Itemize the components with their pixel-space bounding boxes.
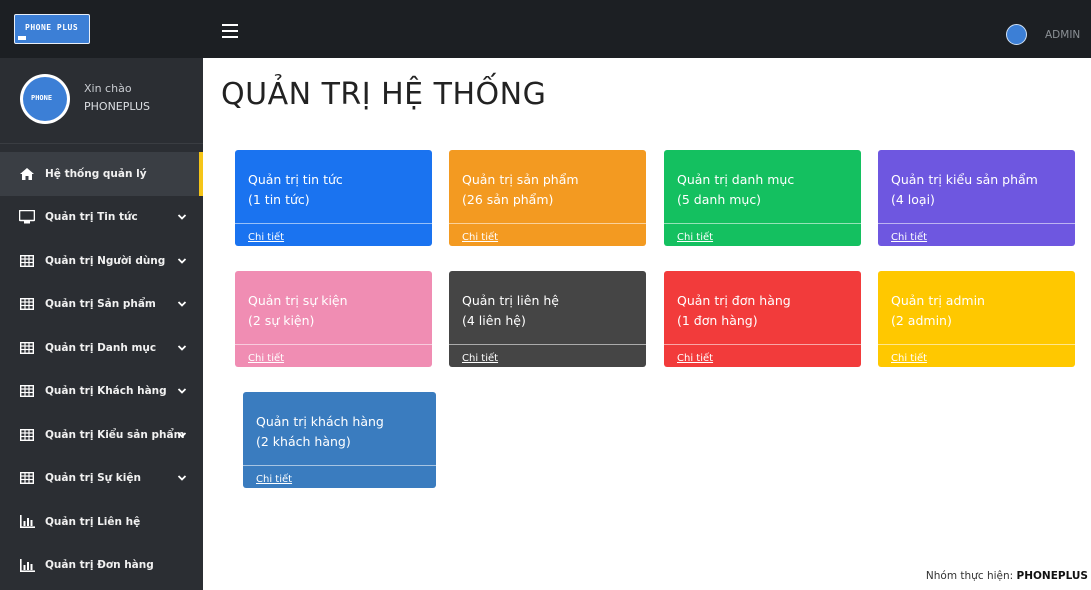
sidebar-item-news[interactable]: Quản trị Tin tức: [0, 196, 203, 240]
card-details-link[interactable]: Chi tiết: [248, 353, 284, 364]
page-title: QUẢN TRỊ HỆ THỐNG: [221, 77, 547, 112]
card-title: Quản trị sự kiện: [248, 293, 348, 308]
monitor-icon: [18, 210, 36, 224]
table-icon: [18, 297, 36, 311]
chevron-down-icon[interactable]: [177, 343, 187, 353]
card-customers: Quản trị khách hàng (2 khách hàng) Chi ti…: [243, 392, 436, 488]
card-count: (2 khách hàng): [256, 434, 351, 449]
card-title: Quản trị khách hàng: [256, 414, 384, 429]
card-details-link[interactable]: Chi tiết: [677, 232, 713, 243]
card-details-link[interactable]: Chi tiết: [891, 232, 927, 243]
sidebar-item-label: Hệ thống quản lý: [45, 167, 147, 180]
sidebar-item-orders[interactable]: Quản trị Đơn hàng: [0, 544, 203, 588]
user-avatar-text: PHONE: [31, 94, 53, 102]
card-count: (1 tin tức): [248, 192, 310, 207]
sidebar-item-product-types[interactable]: Quản trị Kiểu sản phẩm: [0, 413, 203, 457]
card-title: Quản trị liên hệ: [462, 293, 559, 308]
user-avatar: PHONE: [20, 74, 70, 124]
home-icon: [18, 167, 36, 181]
sidebar-item-label: Quản trị Người dùng: [45, 254, 166, 267]
card-details-link[interactable]: Chi tiết: [677, 353, 713, 364]
user-panel: PHONE Xin chào PHONEPLUS: [0, 58, 203, 144]
card-events: Quản trị sự kiện (2 sự kiện) Chi tiết: [235, 271, 432, 367]
sidebar-item-contacts[interactable]: Quản trị Liên hệ: [0, 500, 203, 544]
card-news: Quản trị tin tức (1 tin tức) Chi tiết: [235, 150, 432, 246]
user-name: PHONEPLUS: [84, 100, 150, 113]
card-title: Quản trị đơn hàng: [677, 293, 791, 308]
brand-area: PHONE PLUS: [0, 0, 203, 58]
card-details-link[interactable]: Chi tiết: [256, 474, 292, 485]
sidebar-item-events[interactable]: Quản trị Sự kiện: [0, 457, 203, 501]
card-title: Quản trị danh mục: [677, 172, 795, 187]
card-details-link[interactable]: Chi tiết: [248, 232, 284, 243]
user-greeting: Xin chào: [84, 82, 132, 95]
footer-prefix: Nhóm thực hiện:: [925, 570, 1017, 582]
card-count: (1 đơn hàng): [677, 313, 758, 328]
sidebar-item-users[interactable]: Quản trị Người dùng: [0, 239, 203, 283]
card-admins: Quản trị admin (2 admin) Chi tiết: [878, 271, 1075, 367]
table-icon: [18, 254, 36, 268]
chevron-down-icon[interactable]: [177, 430, 187, 440]
card-title: Quản trị kiểu sản phẩm: [891, 172, 1038, 187]
table-icon: [18, 384, 36, 398]
chevron-down-icon[interactable]: [177, 473, 187, 483]
sidebar: PHONE PLUS PHONE Xin chào PHONEPLUS Hệ t…: [0, 0, 203, 590]
sidebar-menu: Hệ thống quản lý Quản trị Tin tức Quản t…: [0, 152, 203, 587]
card-details-link[interactable]: Chi tiết: [462, 353, 498, 364]
card-details-link[interactable]: Chi tiết: [891, 353, 927, 364]
menu-toggle-icon[interactable]: [222, 24, 238, 38]
footer-team: PHONEPLUS: [1016, 570, 1088, 582]
sidebar-item-label: Quản trị Kiểu sản phẩm: [45, 428, 185, 441]
sidebar-item-label: Quản trị Sự kiện: [45, 472, 141, 485]
brand-logo[interactable]: PHONE PLUS: [14, 14, 90, 44]
table-icon: [18, 428, 36, 442]
card-title: Quản trị sản phẩm: [462, 172, 579, 187]
card-categories: Quản trị danh mục (5 danh mục) Chi tiết: [664, 150, 861, 246]
card-count: (4 loại): [891, 192, 935, 207]
sidebar-item-dashboard[interactable]: Hệ thống quản lý: [0, 152, 203, 196]
sidebar-item-categories[interactable]: Quản trị Danh mục: [0, 326, 203, 370]
card-count: (26 sản phẩm): [462, 192, 554, 207]
chevron-down-icon[interactable]: [177, 212, 187, 222]
card-products: Quản trị sản phẩm (26 sản phẩm) Chi tiết: [449, 150, 646, 246]
card-title: Quản trị tin tức: [248, 172, 343, 187]
card-count: (4 liên hệ): [462, 313, 526, 328]
chevron-down-icon[interactable]: [177, 256, 187, 266]
table-icon: [18, 471, 36, 485]
sidebar-item-label: Quản trị Liên hệ: [45, 515, 141, 528]
sidebar-item-products[interactable]: Quản trị Sản phẩm: [0, 283, 203, 327]
footer-credit: Nhóm thực hiện: PHONEPLUS: [926, 570, 1088, 582]
card-count: (2 sự kiện): [248, 313, 315, 328]
admin-avatar[interactable]: [1006, 24, 1027, 45]
admin-menu-label[interactable]: ADMIN: [1045, 29, 1080, 41]
table-icon: [18, 341, 36, 355]
card-count: (2 admin): [891, 313, 952, 328]
card-count: (5 danh mục): [677, 192, 762, 207]
card-orders: Quản trị đơn hàng (1 đơn hàng) Chi tiết: [664, 271, 861, 367]
sidebar-item-label: Quản trị Khách hàng: [45, 385, 167, 398]
card-contacts: Quản trị liên hệ (4 liên hệ) Chi tiết: [449, 271, 646, 367]
bar-chart-icon: [18, 558, 36, 572]
sidebar-item-label: Quản trị Danh mục: [45, 341, 157, 354]
top-navbar: ADMIN: [203, 0, 1091, 58]
sidebar-item-customers[interactable]: Quản trị Khách hàng: [0, 370, 203, 414]
card-product-types: Quản trị kiểu sản phẩm (4 loại) Chi tiết: [878, 150, 1075, 246]
sidebar-item-label: Quản trị Tin tức: [45, 211, 138, 224]
sidebar-item-label: Quản trị Đơn hàng: [45, 559, 154, 572]
card-title: Quản trị admin: [891, 293, 985, 308]
brand-logo-text: PHONE PLUS: [25, 23, 79, 32]
chevron-down-icon[interactable]: [177, 386, 187, 396]
sidebar-item-label: Quản trị Sản phẩm: [45, 298, 156, 311]
chevron-down-icon[interactable]: [177, 299, 187, 309]
bar-chart-icon: [18, 515, 36, 529]
card-details-link[interactable]: Chi tiết: [462, 232, 498, 243]
